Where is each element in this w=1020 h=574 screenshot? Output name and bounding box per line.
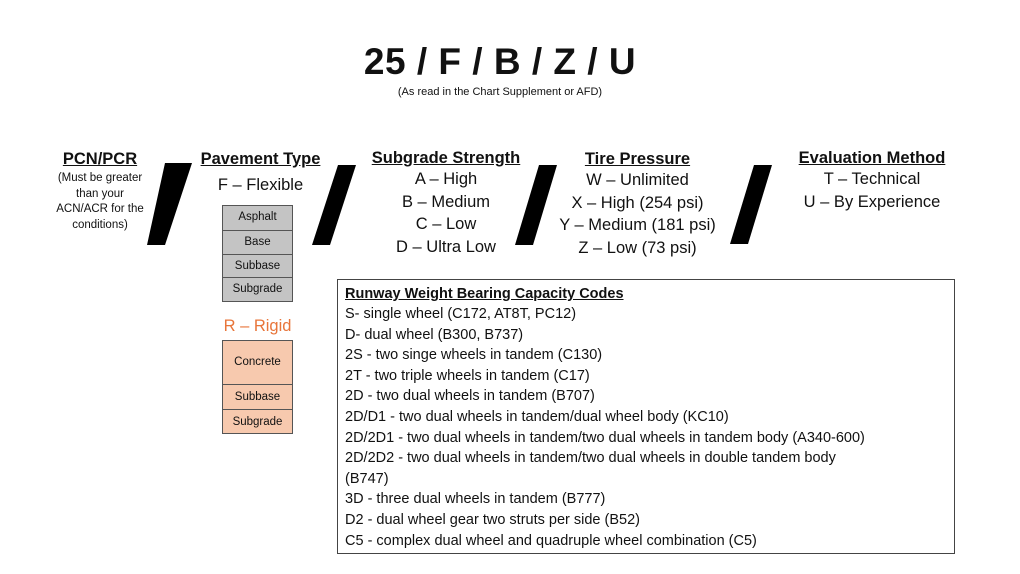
codes-title: Runway Weight Bearing Capacity Codes [345,286,624,302]
flexible-pavement-layers: Asphalt Base Subbase Subgrade [222,205,293,302]
tire-pressure-item: X – High (254 psi) [571,193,704,212]
tire-pressure-item: Y – Medium (181 psi) [559,216,716,234]
subgrade-column: Subgrade Strength A – High B – Medium C … [360,149,532,258]
layer-subbase: Subbase [223,253,292,278]
layer-concrete: Concrete [223,341,292,384]
code-line: D2 - dual wheel gear two struts per side… [345,511,640,528]
code-line: 2T - two triple wheels in tandem (C17) [345,367,590,384]
tire-pressure-item: Z – Low (73 psi) [578,238,697,257]
tire-pressure-item: W – Unlimited [586,171,689,189]
pcn-heading: PCN/PCR [62,150,138,168]
weight-bearing-codes-box: Runway Weight Bearing Capacity Codes S- … [337,279,955,554]
code-line: 2D/D1 - two dual wheels in tandem/dual w… [345,408,729,425]
pcn-note-line: than your [76,187,124,200]
pcn-note-line: ACN/ACR for the [56,203,144,215]
layer-asphalt: Asphalt [223,206,292,230]
code-line: 3D - three dual wheels in tandem (B777) [345,491,606,508]
layer-subgrade: Subgrade [223,277,292,301]
pcn-note-line: conditions) [72,218,128,231]
evaluation-item: U – By Experience [803,192,941,211]
evaluation-item: T – Technical [823,170,921,188]
rigid-label: R – Rigid [223,317,292,335]
code-line: 2D - two dual wheels in tandem (B707) [345,388,595,405]
layer-subgrade: Subgrade [223,408,292,433]
subgrade-item: C – Low [415,215,477,233]
code-line: 2S - two singe wheels in tandem (C130) [345,347,603,364]
evaluation-column: Evaluation Method T – Technical U – By E… [782,149,962,213]
code-line: D- dual wheel (B300, B737) [345,326,524,343]
pcn-note-line: (Must be greater [57,172,143,184]
flexible-label: F – Flexible [217,176,304,194]
pavement-column: Pavement Type F – Flexible [188,150,333,197]
code-line: 2D/2D1 - two dual wheels in tandem/two d… [345,429,865,446]
layer-subbase: Subbase [223,384,292,409]
subgrade-heading: Subgrade Strength [371,149,521,167]
pcn-column: PCN/PCR (Must be greater than your ACN/A… [45,150,155,233]
layer-base: Base [223,229,292,254]
code-line: C5 - complex dual wheel and quadruple wh… [345,532,757,549]
subgrade-item: A – High [414,170,478,188]
tire-pressure-heading: Tire Pressure [584,150,691,168]
rigid-pavement-layers: Concrete Subbase Subgrade [222,340,293,434]
subgrade-item: B – Medium [401,192,491,211]
code-line: 2D/2D2 - two dual wheels in tandem/two d… [345,450,836,467]
pavement-heading: Pavement Type [200,150,321,168]
slash-separator-4 [730,165,772,244]
code-line: (B747) [345,470,389,487]
code-line: S- single wheel (C172, AT8T, PC12) [345,306,577,322]
tire-pressure-column: Tire Pressure W – Unlimited X – High (25… [545,150,730,259]
subgrade-item: D – Ultra Low [396,237,496,256]
evaluation-heading: Evaluation Method [798,149,946,167]
